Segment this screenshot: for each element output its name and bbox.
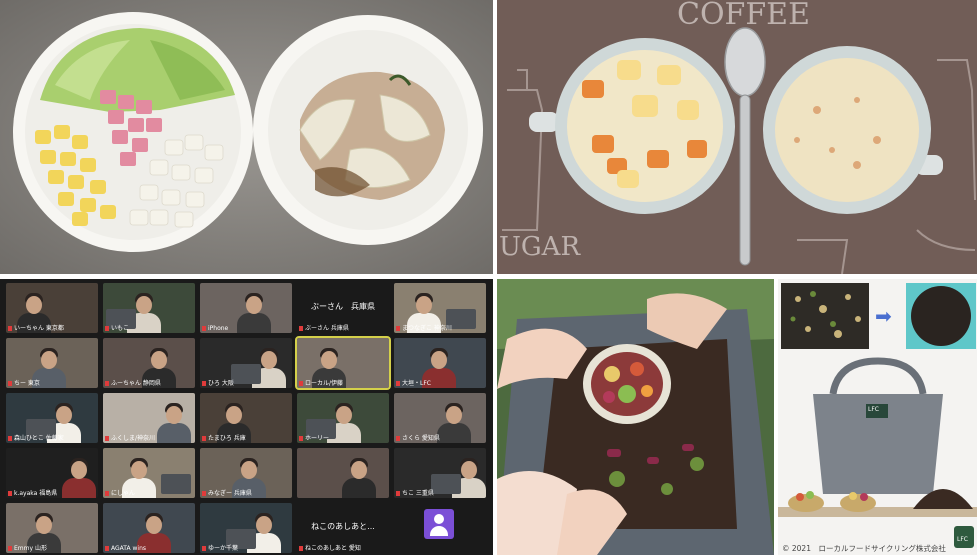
video-tile xyxy=(297,448,389,498)
mat-text-top: COFFEE xyxy=(677,0,810,32)
participant-name: ゆーか千葉 xyxy=(202,543,290,552)
participant-name: ローカル/伊藤 xyxy=(299,378,387,387)
video-tile: さくら 愛知県 xyxy=(394,393,486,443)
video-tile: みなぎー 兵庫県 xyxy=(200,448,292,498)
video-tile: 大垣・LFC xyxy=(394,338,486,388)
photo-vegetables xyxy=(0,0,493,274)
video-tile: k.ayaka 福島県 xyxy=(6,448,98,498)
video-tile: ちこ 三重県 xyxy=(394,448,486,498)
participant-name: 大垣・LFC xyxy=(396,378,484,387)
video-tile: にしゃん xyxy=(103,448,195,498)
participant-name: さくら 愛知県 xyxy=(396,433,484,442)
arrow-icon: ➡ xyxy=(875,304,892,328)
participant-name: iPhone xyxy=(202,325,290,332)
video-tile: ちー 東京 xyxy=(6,338,98,388)
video-tile: ひろ 大阪 xyxy=(200,338,292,388)
video-tile: ゆーか千葉 xyxy=(200,503,292,553)
video-tile: Emmy 山形 xyxy=(6,503,98,553)
participant-name: k.ayaka 福島県 xyxy=(8,488,96,497)
mat-text-side: UGAR xyxy=(499,232,581,262)
participant-name: AGATA wins xyxy=(105,545,193,552)
lfc-logo: LFC xyxy=(957,536,968,543)
vegetables-illustration xyxy=(0,0,493,274)
participant-name: 森山ひとこ 佐藤家 xyxy=(8,433,96,442)
participant-name: たまひろ 兵庫 xyxy=(202,433,290,442)
video-tile: ふーちゃん 静岡県 xyxy=(103,338,195,388)
compost-illustration xyxy=(497,279,774,555)
photo-stew-bowls: COFFEE UGAR xyxy=(497,0,977,274)
video-tile: いもこ xyxy=(103,283,195,333)
participant-name: ひろ 大阪 xyxy=(202,378,290,387)
participant-name: ぶーさん 兵庫県 xyxy=(299,323,387,332)
video-tile: ぶーさん 兵庫県 ぶーさん 兵庫県 xyxy=(297,283,389,333)
participant-name: ホーリー xyxy=(299,433,387,442)
participant-name: にしゃん xyxy=(105,488,193,497)
video-tile xyxy=(394,503,486,553)
video-tile: iPhone xyxy=(200,283,292,333)
compost-product-ad: ➡ LFC LFC © 2021 ローカルフードサイクリング株式会社 xyxy=(778,279,977,555)
photo-compost xyxy=(497,279,774,555)
participant-name: ちー 東京 xyxy=(8,378,96,387)
participant-name: ふーちゃん 静岡県 xyxy=(105,378,193,387)
avatar-icon xyxy=(424,509,454,539)
copyright-caption: © 2021 ローカルフードサイクリング株式会社 xyxy=(782,544,946,553)
bag-tag: LFC xyxy=(868,406,879,413)
participant-name: いーちゃん 東京都 xyxy=(8,323,96,332)
tile-big-name: ぶーさん 兵庫県 xyxy=(311,302,375,311)
participant-name: Emmy 山形 xyxy=(8,543,96,552)
tile-big-name: ねこのあしあと... xyxy=(311,522,375,531)
participant-name: いもこ xyxy=(105,323,193,332)
participant-name: ねこのあしあと 愛知 xyxy=(299,543,387,552)
video-tile: ねこのあしあと... ねこのあしあと 愛知 xyxy=(297,503,389,553)
participant-name: まつなぎこ 神奈川 xyxy=(396,323,484,332)
video-tile: AGATA wins xyxy=(103,503,195,553)
video-tile: 森山ひとこ 佐藤家 xyxy=(6,393,98,443)
video-tile: ローカル/伊藤 xyxy=(295,336,391,390)
video-tile: ホーリー xyxy=(297,393,389,443)
video-tile: いーちゃん 東京都 xyxy=(6,283,98,333)
stew-illustration: COFFEE UGAR xyxy=(497,0,977,274)
video-tile: まつなぎこ 神奈川 xyxy=(394,283,486,333)
video-call-grid: いーちゃん 東京都 いもこ iPhone ぶーさん 兵庫県 ぶーさん 兵庫県 まつなぎこ … xyxy=(0,279,493,555)
participant-name: ちこ 三重県 xyxy=(396,488,484,497)
video-tile: たまひろ 兵庫 xyxy=(200,393,292,443)
participant-name: みなぎー 兵庫県 xyxy=(202,488,290,497)
video-tile: ふくしま/神奈川 xyxy=(103,393,195,443)
participant-name: ふくしま/神奈川 xyxy=(105,433,193,442)
